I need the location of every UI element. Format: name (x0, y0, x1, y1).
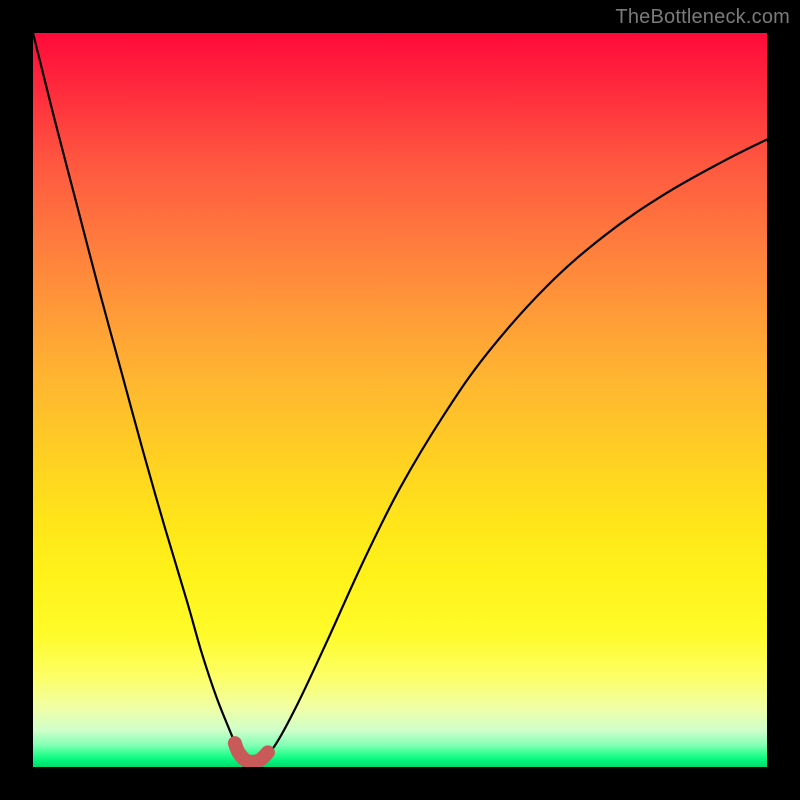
bottleneck-curve-svg (33, 33, 767, 767)
chart-frame: TheBottleneck.com (0, 0, 800, 800)
watermark-text: TheBottleneck.com (615, 6, 790, 29)
curve-minimum-highlight (235, 743, 268, 762)
bottleneck-curve (33, 33, 767, 762)
curve-line (33, 33, 767, 762)
plot-area (33, 33, 767, 767)
